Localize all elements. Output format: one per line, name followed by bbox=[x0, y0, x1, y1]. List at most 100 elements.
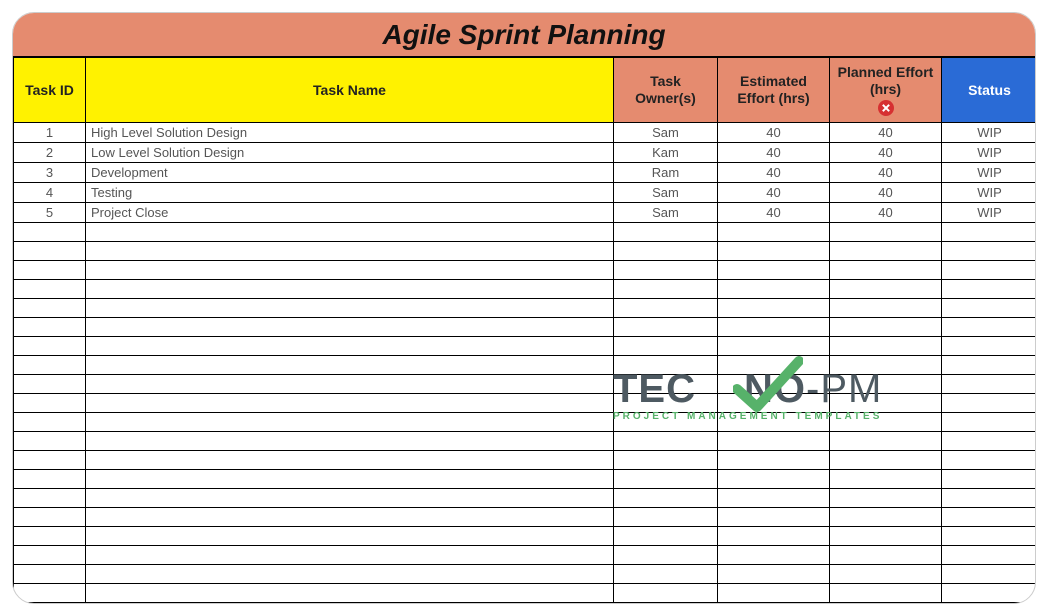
cell-status[interactable] bbox=[942, 222, 1037, 241]
cell-owner[interactable] bbox=[614, 602, 718, 604]
table-row[interactable]: 2Low Level Solution DesignKam4040WIP bbox=[14, 142, 1037, 162]
cell-id[interactable] bbox=[14, 260, 86, 279]
cell-planned[interactable]: 40 bbox=[830, 202, 942, 222]
cell-owner[interactable] bbox=[614, 412, 718, 431]
cell-owner[interactable] bbox=[614, 583, 718, 602]
cell-owner[interactable] bbox=[614, 431, 718, 450]
table-row[interactable] bbox=[14, 545, 1037, 564]
cell-status[interactable] bbox=[942, 355, 1037, 374]
cell-status[interactable] bbox=[942, 336, 1037, 355]
cell-id[interactable] bbox=[14, 602, 86, 604]
cell-name[interactable] bbox=[86, 564, 614, 583]
cell-estimated[interactable] bbox=[718, 602, 830, 604]
cell-name[interactable] bbox=[86, 526, 614, 545]
cell-estimated[interactable] bbox=[718, 545, 830, 564]
cell-owner[interactable]: Ram bbox=[614, 162, 718, 182]
col-owner[interactable]: Task Owner(s) bbox=[614, 58, 718, 123]
cell-status[interactable]: WIP bbox=[942, 182, 1037, 202]
cell-estimated[interactable] bbox=[718, 279, 830, 298]
cell-name[interactable] bbox=[86, 260, 614, 279]
cell-owner[interactable] bbox=[614, 298, 718, 317]
table-row[interactable] bbox=[14, 279, 1037, 298]
table-row[interactable] bbox=[14, 260, 1037, 279]
cell-planned[interactable] bbox=[830, 393, 942, 412]
cell-id[interactable] bbox=[14, 450, 86, 469]
cell-name[interactable] bbox=[86, 583, 614, 602]
cell-id[interactable]: 5 bbox=[14, 202, 86, 222]
cell-owner[interactable] bbox=[614, 469, 718, 488]
cell-name[interactable] bbox=[86, 279, 614, 298]
cell-id[interactable] bbox=[14, 526, 86, 545]
cell-planned[interactable] bbox=[830, 431, 942, 450]
col-planned[interactable]: Planned Effort (hrs) bbox=[830, 58, 942, 123]
cell-estimated[interactable] bbox=[718, 564, 830, 583]
cell-owner[interactable] bbox=[614, 260, 718, 279]
table-row[interactable] bbox=[14, 583, 1037, 602]
cell-owner[interactable] bbox=[614, 241, 718, 260]
table-row[interactable] bbox=[14, 336, 1037, 355]
cell-id[interactable] bbox=[14, 279, 86, 298]
cell-id[interactable] bbox=[14, 336, 86, 355]
cell-name[interactable] bbox=[86, 602, 614, 604]
cell-status[interactable] bbox=[942, 488, 1037, 507]
cell-estimated[interactable] bbox=[718, 241, 830, 260]
cell-estimated[interactable] bbox=[718, 393, 830, 412]
cell-owner[interactable] bbox=[614, 279, 718, 298]
table-row[interactable] bbox=[14, 222, 1037, 241]
cell-status[interactable] bbox=[942, 279, 1037, 298]
cell-planned[interactable] bbox=[830, 374, 942, 393]
cell-status[interactable] bbox=[942, 260, 1037, 279]
cell-planned[interactable] bbox=[830, 526, 942, 545]
cell-name[interactable]: Testing bbox=[86, 182, 614, 202]
cell-name[interactable] bbox=[86, 298, 614, 317]
table-row[interactable]: 3DevelopmentRam4040WIP bbox=[14, 162, 1037, 182]
cell-planned[interactable]: 40 bbox=[830, 142, 942, 162]
cell-status[interactable] bbox=[942, 298, 1037, 317]
cell-planned[interactable] bbox=[830, 602, 942, 604]
cell-planned[interactable] bbox=[830, 507, 942, 526]
cell-status[interactable]: WIP bbox=[942, 202, 1037, 222]
cell-planned[interactable]: 40 bbox=[830, 162, 942, 182]
cell-status[interactable] bbox=[942, 602, 1037, 604]
cell-id[interactable] bbox=[14, 564, 86, 583]
cell-id[interactable] bbox=[14, 507, 86, 526]
cell-estimated[interactable]: 40 bbox=[718, 202, 830, 222]
cell-planned[interactable] bbox=[830, 241, 942, 260]
cell-estimated[interactable] bbox=[718, 260, 830, 279]
cell-owner[interactable] bbox=[614, 355, 718, 374]
cell-owner[interactable]: Sam bbox=[614, 122, 718, 142]
cell-id[interactable]: 3 bbox=[14, 162, 86, 182]
cell-status[interactable] bbox=[942, 241, 1037, 260]
error-icon[interactable] bbox=[878, 100, 894, 116]
cell-owner[interactable] bbox=[614, 336, 718, 355]
cell-status[interactable] bbox=[942, 317, 1037, 336]
table-row[interactable]: 4TestingSam4040WIP bbox=[14, 182, 1037, 202]
cell-status[interactable] bbox=[942, 431, 1037, 450]
cell-name[interactable] bbox=[86, 412, 614, 431]
cell-status[interactable] bbox=[942, 393, 1037, 412]
cell-name[interactable]: Low Level Solution Design bbox=[86, 142, 614, 162]
table-row[interactable] bbox=[14, 564, 1037, 583]
cell-planned[interactable] bbox=[830, 260, 942, 279]
cell-name[interactable] bbox=[86, 222, 614, 241]
cell-name[interactable] bbox=[86, 355, 614, 374]
cell-planned[interactable] bbox=[830, 469, 942, 488]
table-row[interactable] bbox=[14, 602, 1037, 604]
cell-planned[interactable] bbox=[830, 545, 942, 564]
table-row[interactable] bbox=[14, 393, 1037, 412]
table-row[interactable] bbox=[14, 355, 1037, 374]
cell-estimated[interactable] bbox=[718, 488, 830, 507]
cell-estimated[interactable] bbox=[718, 450, 830, 469]
cell-planned[interactable]: 40 bbox=[830, 182, 942, 202]
cell-owner[interactable] bbox=[614, 488, 718, 507]
cell-planned[interactable] bbox=[830, 298, 942, 317]
cell-planned[interactable] bbox=[830, 222, 942, 241]
cell-estimated[interactable]: 40 bbox=[718, 122, 830, 142]
cell-estimated[interactable] bbox=[718, 526, 830, 545]
table-row[interactable]: 5Project CloseSam4040WIP bbox=[14, 202, 1037, 222]
table-row[interactable] bbox=[14, 241, 1037, 260]
col-task-name[interactable]: Task Name bbox=[86, 58, 614, 123]
table-row[interactable] bbox=[14, 412, 1037, 431]
cell-owner[interactable] bbox=[614, 564, 718, 583]
cell-id[interactable] bbox=[14, 241, 86, 260]
